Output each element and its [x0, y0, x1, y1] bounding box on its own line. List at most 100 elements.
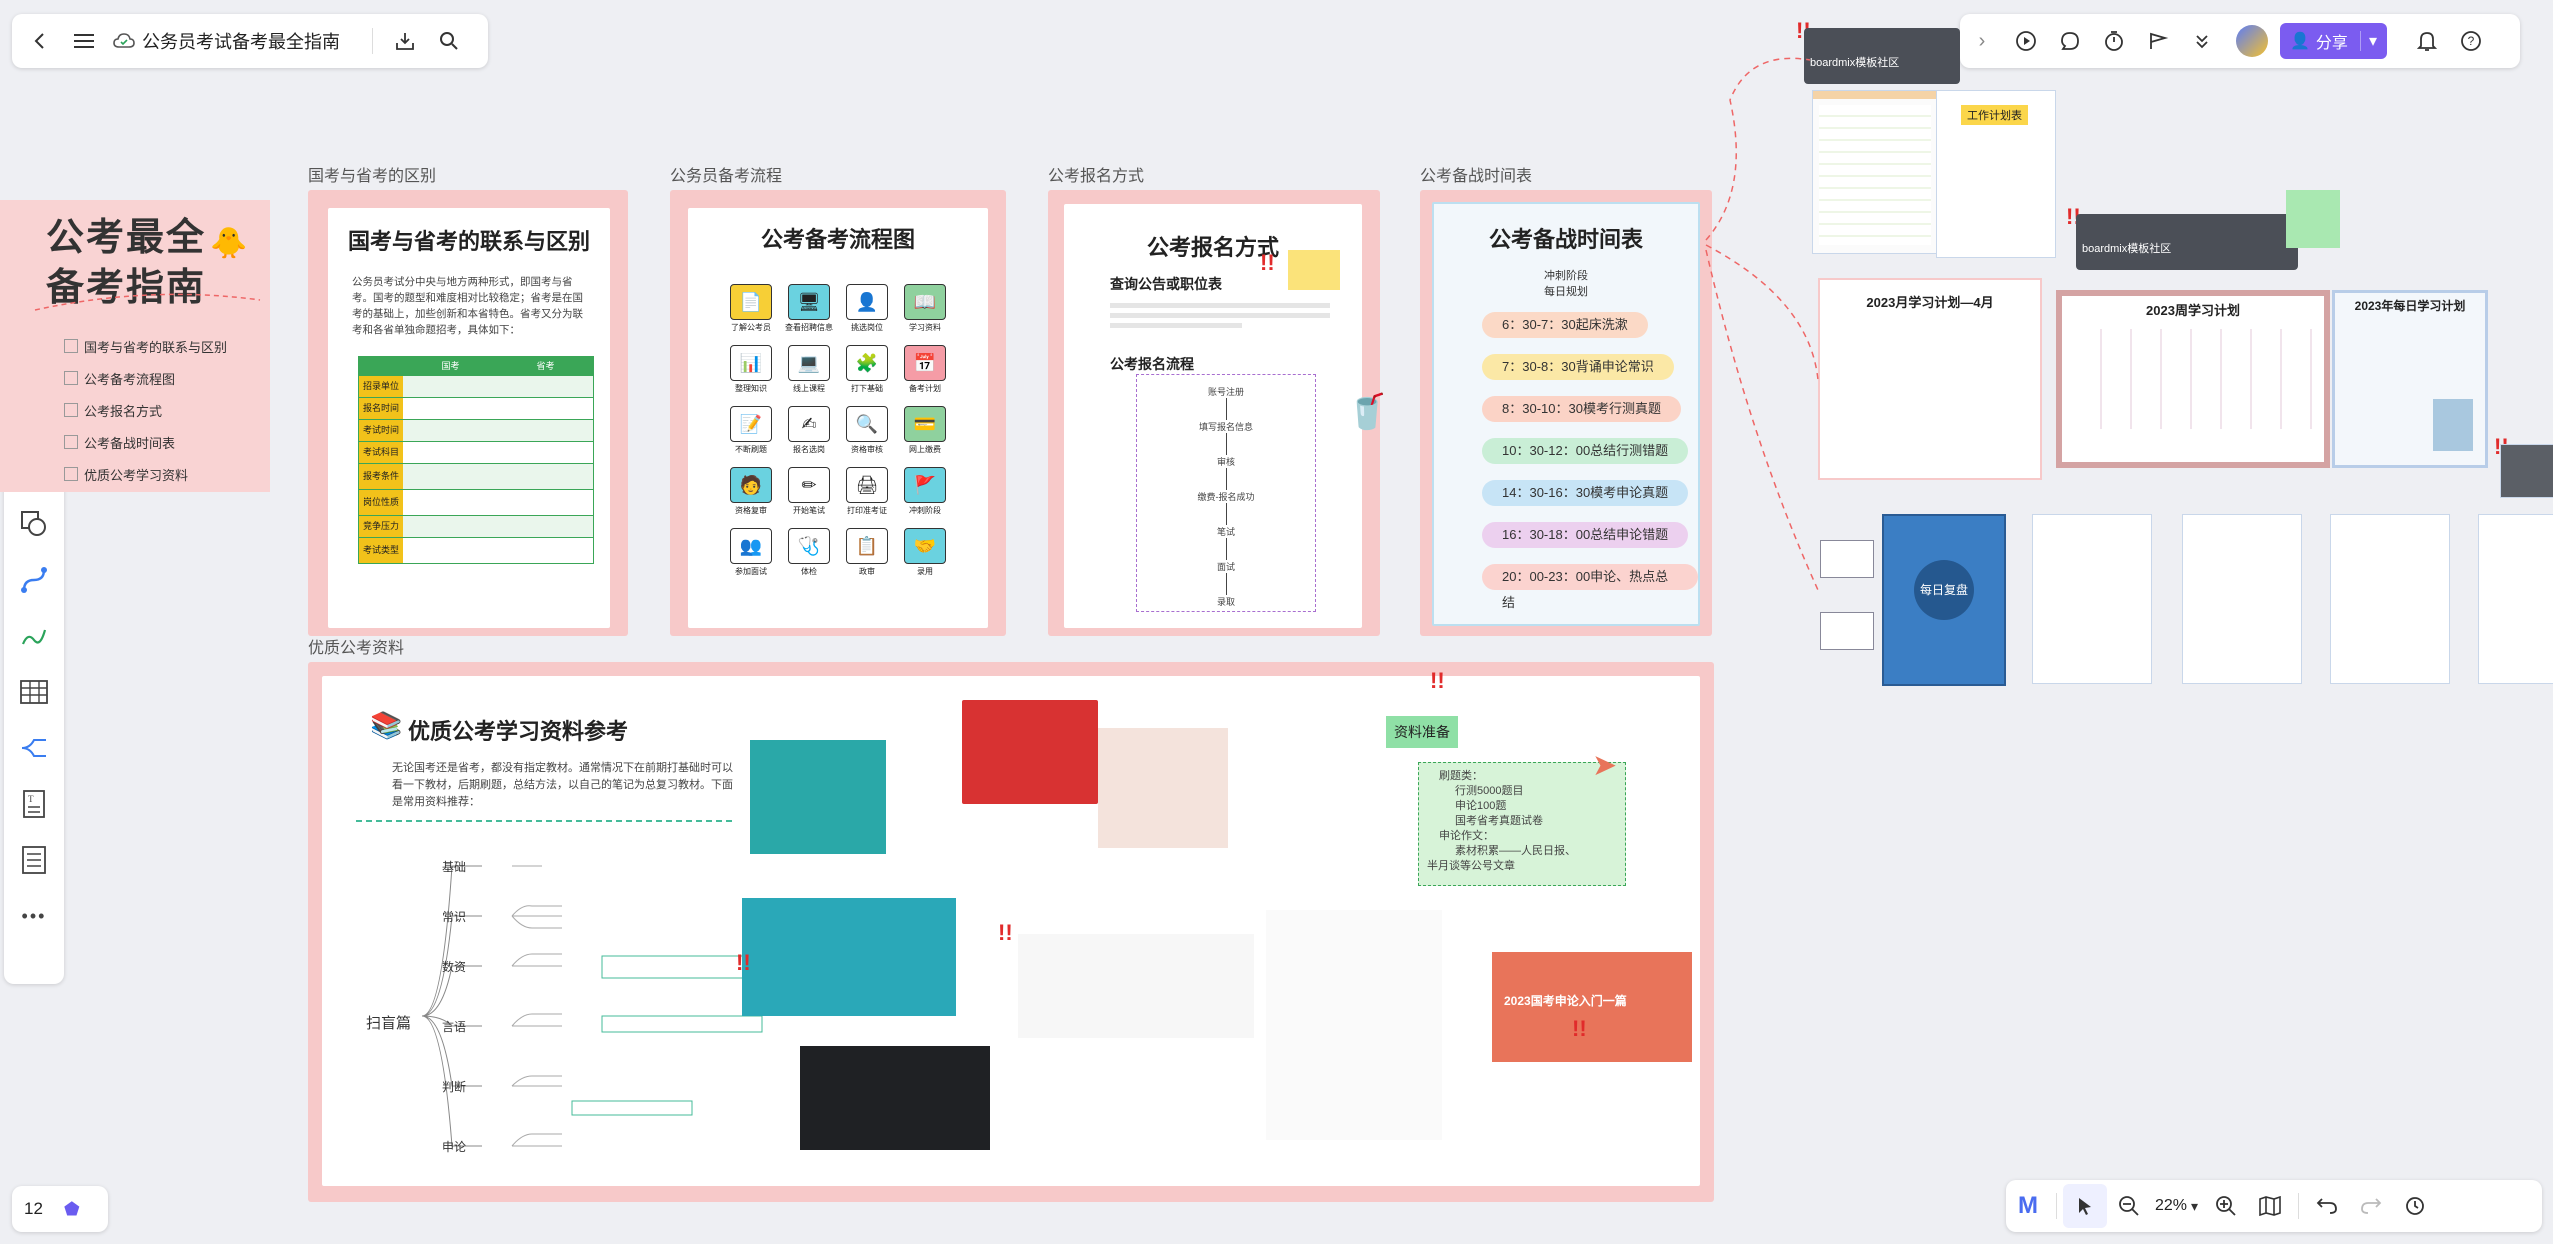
top-toolbar: 公务员考试备考最全指南	[12, 14, 488, 68]
history-icon[interactable]	[2393, 1184, 2437, 1228]
schedule-item[interactable]: 14：30-16：30模考申论真题	[1482, 480, 1689, 506]
comment-marker[interactable]: !!	[1572, 1016, 1587, 1042]
flow-step: 📊 整理知识	[722, 345, 780, 394]
frame-schedule[interactable]: 公考备战时间表 冲刺阶段 每日规划 6：30-7：30起床洗漱 7：30-8：30…	[1420, 190, 1712, 636]
book-image[interactable]	[1098, 728, 1228, 848]
toc-item[interactable]: 公考备战时间表	[64, 426, 227, 458]
zoom-level[interactable]: 22%	[2151, 1197, 2191, 1215]
book-image[interactable]	[750, 740, 886, 854]
help-icon[interactable]: ?	[2449, 19, 2493, 63]
video-thumb[interactable]	[742, 898, 956, 1016]
sticky-note[interactable]	[1288, 250, 1340, 290]
book-image[interactable]	[962, 700, 1098, 804]
chevron-down-icon[interactable]: ▾	[2359, 31, 2377, 51]
bell-icon[interactable]	[2405, 19, 2449, 63]
location-pin-icon[interactable]: ⬟	[64, 1199, 80, 1220]
map-icon[interactable]	[2248, 1184, 2292, 1228]
share-button[interactable]: 👤 分享 ▾	[2280, 23, 2387, 59]
week-plan-template[interactable]: 2023周学习计划	[2056, 290, 2330, 468]
schedule-item[interactable]: 7：30-8：30背诵申论常识	[1482, 354, 1674, 380]
comment-icon[interactable]	[2048, 19, 2092, 63]
note-template[interactable]	[2182, 514, 2302, 684]
schedule-item[interactable]: 8：30-10：30模考行测真题	[1482, 396, 1681, 422]
note-template[interactable]	[2478, 514, 2553, 684]
frame-label-diff[interactable]: 国考与省考的区别	[308, 162, 436, 186]
flow-step: ✍ 报名选岗	[780, 406, 838, 455]
work-plan-template[interactable]: 工作计划表	[1936, 90, 2056, 258]
pen-tool-icon[interactable]	[6, 608, 62, 664]
mindmap-branch[interactable]: 常识	[442, 908, 466, 925]
toc-item[interactable]: 公考报名方式	[64, 394, 227, 426]
document-title[interactable]: 公务员考试备考最全指南	[142, 28, 362, 54]
back-icon[interactable]	[18, 19, 62, 63]
comment-marker[interactable]: !!	[998, 920, 1013, 946]
chevron-right-icon[interactable]: ›	[1960, 19, 2004, 63]
schedule-item[interactable]: 6：30-7：30起床洗漱	[1482, 312, 1648, 338]
schedule-item[interactable]: 10：30-12：00总结行测错题	[1482, 438, 1689, 464]
comment-marker[interactable]: !!	[736, 950, 751, 976]
comment-marker[interactable]: !!	[1430, 668, 1445, 694]
connector-tool-icon[interactable]	[6, 552, 62, 608]
green-sticky[interactable]	[2286, 190, 2340, 248]
table-row: 岗位性质	[359, 489, 593, 515]
menu-icon[interactable]	[62, 19, 106, 63]
frame-label-materials[interactable]: 优质公考资料	[308, 634, 404, 658]
zoom-chevron-icon[interactable]: ▾	[2191, 1198, 2198, 1215]
mindmap-root[interactable]: 扫盲篇	[366, 1012, 411, 1033]
table-tool-icon[interactable]	[6, 664, 62, 720]
schedule-subtitle: 冲刺阶段 每日规划	[1544, 270, 1588, 298]
toc-item[interactable]: 优质公考学习资料	[64, 458, 227, 490]
toc-item[interactable]: 公考备考流程图	[64, 362, 227, 394]
more-down-icon[interactable]	[2180, 19, 2224, 63]
undo-icon[interactable]	[2305, 1184, 2349, 1228]
table-row: 报名时间	[359, 397, 593, 419]
shape-tool-icon[interactable]	[6, 496, 62, 552]
list-tool-icon[interactable]	[6, 832, 62, 888]
frame-registration[interactable]: 公考报名方式 查询公告或职位表 公考报名流程 账号注册 填写报名信息 审核 缴费…	[1048, 190, 1380, 636]
ai-logo-icon[interactable]: M	[2006, 1184, 2050, 1228]
mindmap-branch[interactable]: 言语	[442, 1018, 466, 1035]
note-template[interactable]	[2330, 514, 2450, 684]
redo-icon[interactable]	[2349, 1184, 2393, 1228]
present-icon[interactable]	[2004, 19, 2048, 63]
schedule-item[interactable]: 16：30-18：00总结申论错题	[1482, 522, 1689, 548]
cover-board[interactable]: 公考最全 备考指南 🐥 国考与省考的联系与区别 公考备考流程图 公考报名方式 公…	[0, 200, 270, 492]
cloud-sync-icon	[106, 19, 142, 63]
comment-bubble[interactable]: boardmix模板社区	[2076, 214, 2298, 270]
flow-step: 🔍 资格审核	[838, 406, 896, 455]
mindmap-branch[interactable]: 基础	[442, 858, 466, 875]
document-tool-icon[interactable]: T	[6, 776, 62, 832]
search-icon[interactable]	[427, 19, 471, 63]
reg-sub2: 公考报名流程	[1110, 356, 1194, 372]
toc-item[interactable]: 国考与省考的联系与区别	[64, 330, 227, 362]
frame-flow[interactable]: 公考备考流程图 📄 了解公考员 🖥 查看招聘信息 👤 挑选岗位 📖 学习资料 📊 整理知识…	[670, 190, 1006, 636]
download-icon[interactable]	[383, 19, 427, 63]
chart-thumb[interactable]	[1018, 934, 1254, 1038]
diff-table: 国考 省考 招录单位 报名时间 考试时间 考试科目 报考条件 岗位性质 竞争压力…	[358, 356, 594, 564]
video-card[interactable]: 2023国考申论入门一篇	[1492, 952, 1692, 1062]
mindmap-thumb[interactable]	[1266, 910, 1442, 1140]
avatar[interactable]	[2236, 25, 2268, 57]
page-counter[interactable]: 12 ⬟	[12, 1186, 108, 1232]
frame-label-schedule[interactable]: 公考备战时间表	[1420, 162, 1532, 186]
mindmap-branch[interactable]: 申论	[442, 1138, 466, 1155]
comment-marker[interactable]: !!	[1260, 250, 1275, 276]
cursor-icon[interactable]	[2063, 1184, 2107, 1228]
zoom-out-icon[interactable]	[2107, 1184, 2151, 1228]
mindmap-tool-icon[interactable]	[6, 720, 62, 776]
schedule-item[interactable]: 20：00-23：00申论、热点总结	[1482, 564, 1698, 610]
prep-tag[interactable]: 资料准备	[1386, 716, 1458, 748]
more-tools-icon[interactable]: •••	[6, 888, 62, 944]
mindmap-branch[interactable]: 判断	[442, 1078, 466, 1095]
timer-icon[interactable]	[2092, 19, 2136, 63]
video-thumb[interactable]	[800, 1046, 990, 1150]
frame-diff[interactable]: 国考与省考的联系与区别 公务员考试分中央与地方两种形式，即国考与省考。国考的题型…	[308, 190, 628, 636]
day-plan-template[interactable]: 2023年每日学习计划	[2332, 290, 2488, 468]
frame-label-flow[interactable]: 公务员备考流程	[670, 162, 782, 186]
note-template[interactable]	[2032, 514, 2152, 684]
zoom-in-icon[interactable]	[2204, 1184, 2248, 1228]
vote-icon[interactable]	[2136, 19, 2180, 63]
plan-template-partial[interactable]	[2500, 444, 2553, 498]
frame-label-reg[interactable]: 公考报名方式	[1048, 162, 1144, 186]
mindmap-branch[interactable]: 数资	[442, 958, 466, 975]
